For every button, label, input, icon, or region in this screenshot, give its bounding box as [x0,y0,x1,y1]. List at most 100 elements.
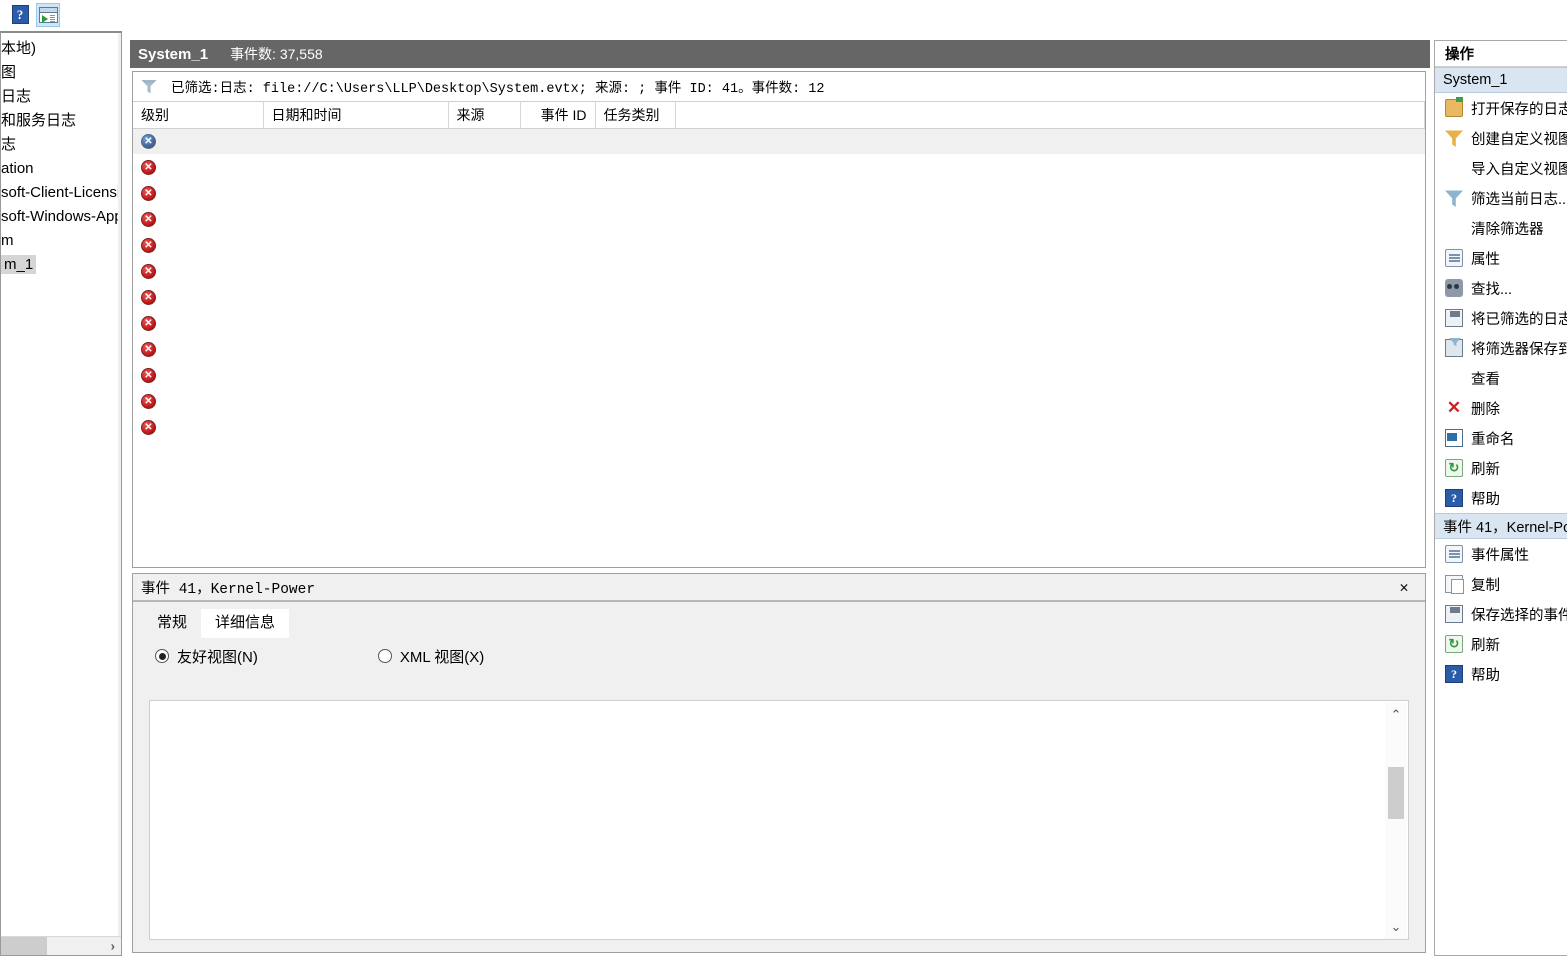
critical-icon: ✕ [141,185,156,201]
cell-event-id [520,258,595,284]
tree-hscroll-right-arrow[interactable]: › [111,939,115,954]
action-item[interactable]: 打开保存的日志... [1435,93,1567,123]
column-header-level[interactable]: 级别 [133,102,264,129]
table-row[interactable]: ✕ [133,336,1425,362]
cell-datetime [263,128,448,154]
view-mode-options: 友好视图(N) XML 视图(X) [133,638,1425,674]
column-header-event-id[interactable]: 事件 ID [520,102,596,129]
radio-xml-view[interactable]: XML 视图(X) [377,646,485,667]
cell-task-category [595,232,675,258]
action-item-label: 导入自定义视图... [1471,161,1567,178]
detail-tabs: 常规 详细信息 [133,608,1425,638]
table-row[interactable]: ✕ [133,154,1425,180]
sidebar-item[interactable]: soft-Windows-App [1,205,121,229]
sidebar-item[interactable]: 图 [1,61,121,85]
cell-task-category [595,258,675,284]
detail-content-area: ⌃ ⌄ [149,700,1409,940]
action-item[interactable]: 清除筛选器 [1435,213,1567,243]
help-icon: ? [11,5,29,24]
show-hide-pane-button[interactable] [36,2,60,27]
cell-task-category [595,336,675,362]
table-row[interactable]: ✕ [133,232,1425,258]
sidebar-item[interactable]: m [1,229,121,253]
cell-task-category [595,362,675,388]
action-item-label: 清除筛选器 [1471,221,1544,238]
help-icon: ? [1445,489,1463,507]
no-icon [1445,159,1463,177]
radio-xml-view-label: XML 视图(X) [399,648,485,666]
scroll-down-icon[interactable]: ⌄ [1391,914,1402,939]
tab-details[interactable]: 详细信息 [201,609,290,638]
action-item[interactable]: ✕ 删除 [1435,393,1567,423]
sidebar-item[interactable]: soft-Client-Licensi [1,181,121,205]
tab-general[interactable]: 常规 [143,609,201,638]
tree-horizontal-scrollbar[interactable]: › [1,936,121,955]
sidebar-item[interactable]: ation [1,157,121,181]
cell-event-id [520,310,595,336]
event-list-panel: 已筛选:日志: file://C:\Users\LLP\Desktop\Syst… [132,71,1426,568]
cell-event-id [520,362,595,388]
filter-status-bar[interactable]: 已筛选:日志: file://C:\Users\LLP\Desktop\Syst… [133,72,1425,102]
action-item[interactable]: ↻ 刷新 [1435,453,1567,483]
sidebar-item[interactable]: m_1 [1,253,121,277]
cell-datetime [263,336,448,362]
table-row[interactable]: ✕ [133,206,1425,232]
table-row[interactable]: ✕ [133,388,1425,414]
table-row[interactable]: ✕ [133,258,1425,284]
action-item-label: 查找... [1471,281,1513,298]
critical-icon: ✕ [141,289,156,305]
cell-filler [675,258,1425,284]
critical-icon: ✕ [141,393,156,409]
sidebar-item-label: 图 [1,64,17,81]
column-header-source[interactable]: 来源 [448,102,521,129]
table-row[interactable]: ✕ [133,362,1425,388]
detail-row [150,777,1350,807]
action-item[interactable]: 查找... [1435,273,1567,303]
cell-level: ✕ [133,232,263,258]
table-row[interactable]: ✕ [133,414,1425,440]
detail-vertical-scrollbar[interactable]: ⌃ ⌄ [1385,702,1407,939]
scroll-up-icon[interactable]: ⌃ [1391,702,1402,728]
sidebar-item[interactable]: 志 [1,133,121,157]
column-header-datetime[interactable]: 日期和时间 [263,102,449,129]
table-row[interactable]: ✕ [133,128,1425,154]
center-column: System_1 事件数: 37,558 已筛选:日志: file://C:\U… [130,40,1430,956]
action-item[interactable]: 属性 [1435,243,1567,273]
table-row[interactable]: ✕ [133,310,1425,336]
tree-hscroll-thumb[interactable] [1,937,47,955]
action-item[interactable]: 将筛选器保存到自定义视图... [1435,333,1567,363]
action-item[interactable]: 保存选择的事件... [1435,599,1567,629]
close-icon[interactable]: ✕ [1393,576,1415,598]
table-row[interactable]: ✕ [133,180,1425,206]
open-folder-icon [1445,97,1463,117]
detail-scroll-thumb[interactable] [1388,767,1404,819]
cell-source [448,388,520,414]
save-disk-icon [1445,605,1463,623]
table-row[interactable]: ✕ [133,284,1425,310]
action-item-label: 复制 [1471,577,1500,594]
column-header-task[interactable]: 任务类别 [595,102,676,129]
action-item-label: 帮助 [1471,491,1500,508]
find-binoculars-icon [1445,279,1463,297]
cell-task-category [595,310,675,336]
cell-filler [675,284,1425,310]
help-button[interactable]: ? [8,3,32,27]
action-item[interactable]: 重命名 [1435,423,1567,453]
tree-vertical-scrollbar[interactable] [118,33,121,938]
sidebar-item[interactable]: 日志 [1,85,121,109]
action-item[interactable]: ? 帮助 [1435,659,1567,689]
action-item[interactable]: 查看 [1435,363,1567,393]
action-item[interactable]: 筛选当前日志... [1435,183,1567,213]
sidebar-item[interactable]: 本地) [1,37,121,61]
cell-datetime [263,310,448,336]
action-item[interactable]: 复制 [1435,569,1567,599]
action-item[interactable]: 创建自定义视图... [1435,123,1567,153]
action-item[interactable]: ? 帮助 [1435,483,1567,513]
cell-task-category [595,206,675,232]
radio-friendly-view[interactable]: 友好视图(N) [155,646,258,667]
action-item[interactable]: 将已筛选的日志文件另存为... [1435,303,1567,333]
action-item[interactable]: ↻ 刷新 [1435,629,1567,659]
sidebar-item[interactable]: 和服务日志 [1,109,121,133]
action-item[interactable]: 事件属性 [1435,539,1567,569]
action-item[interactable]: 导入自定义视图... [1435,153,1567,183]
